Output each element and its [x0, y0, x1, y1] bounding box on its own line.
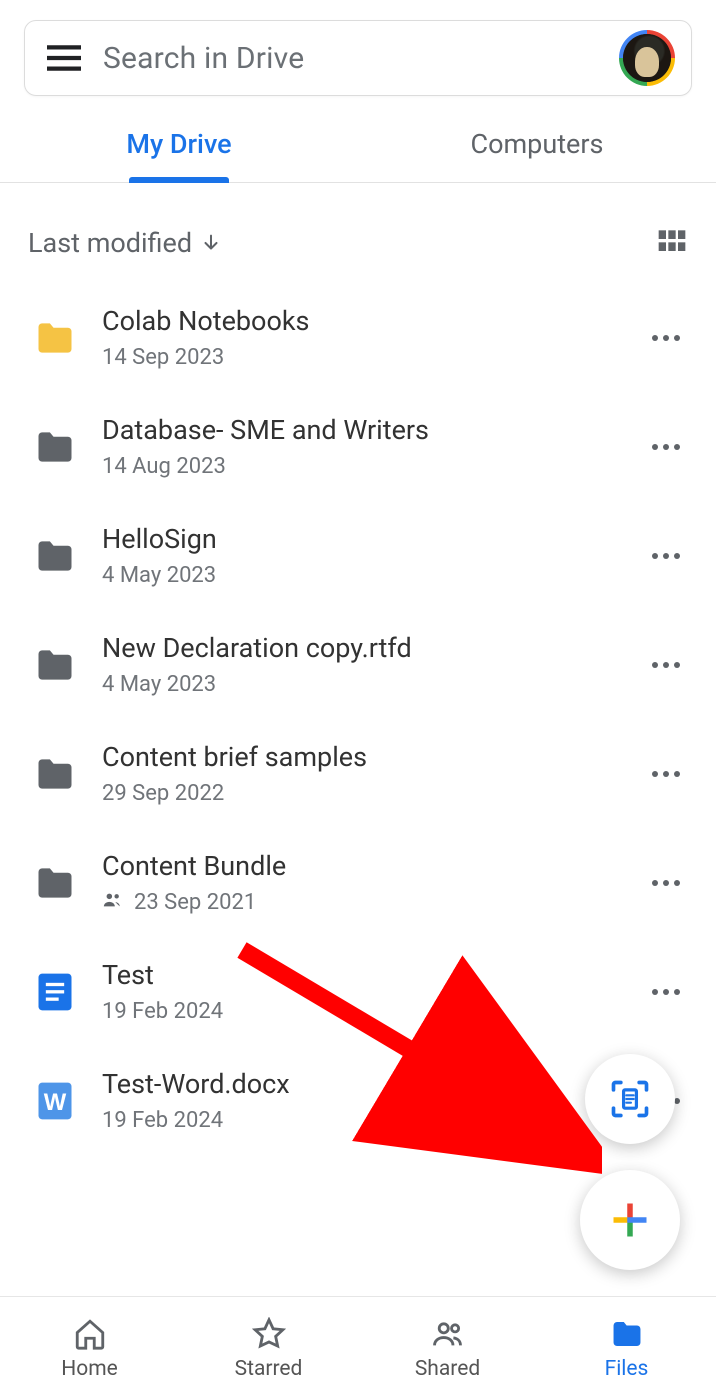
menu-icon[interactable]: [43, 37, 85, 79]
tab-computers[interactable]: Computers: [358, 110, 716, 182]
location-tabs: My Drive Computers: [0, 110, 716, 183]
more-button[interactable]: [644, 552, 688, 560]
people-icon: [431, 1317, 465, 1351]
file-type-icon: [30, 531, 80, 581]
account-avatar[interactable]: [619, 30, 675, 86]
more-icon: [651, 443, 681, 451]
file-meta: Colab Notebooks 14 Sep 2023: [102, 305, 622, 370]
more-button[interactable]: [644, 334, 688, 342]
svg-text:W: W: [44, 1089, 67, 1116]
file-type-icon: [30, 640, 80, 690]
file-type-icon: [30, 967, 80, 1017]
more-button[interactable]: [644, 443, 688, 451]
file-name: Colab Notebooks: [102, 305, 622, 337]
file-date: 4 May 2023: [102, 672, 622, 697]
file-row[interactable]: Colab Notebooks 14 Sep 2023: [0, 283, 716, 392]
search-placeholder: Search in Drive: [103, 41, 619, 76]
search-bar[interactable]: Search in Drive: [24, 20, 692, 96]
file-name: HelloSign: [102, 523, 622, 555]
bottom-nav: Home Starred Shared Files: [0, 1296, 716, 1400]
sort-row: Last modified: [0, 183, 716, 283]
file-meta: Content brief samples 29 Sep 2022: [102, 741, 622, 806]
scan-fab[interactable]: [585, 1054, 675, 1144]
nav-shared-label: Shared: [415, 1357, 480, 1381]
file-type-icon: [30, 313, 80, 363]
sort-button[interactable]: Last modified: [28, 227, 222, 259]
file-row[interactable]: Database- SME and Writers 14 Aug 2023: [0, 392, 716, 501]
file-name: Test: [102, 959, 622, 991]
file-name: Content brief samples: [102, 741, 622, 773]
file-date: 29 Sep 2022: [102, 781, 622, 806]
file-meta: Test 19 Feb 2024: [102, 959, 622, 1024]
more-button[interactable]: [644, 770, 688, 778]
plus-icon: [608, 1198, 652, 1242]
file-row[interactable]: Content Bundle 23 Sep 2021: [0, 828, 716, 937]
file-row[interactable]: Test 19 Feb 2024: [0, 937, 716, 1046]
nav-home[interactable]: Home: [0, 1297, 179, 1400]
more-icon: [651, 661, 681, 669]
file-date: 19 Feb 2024: [102, 1108, 622, 1133]
tab-my-drive[interactable]: My Drive: [0, 110, 358, 182]
file-meta: Test-Word.docx 19 Feb 2024: [102, 1068, 622, 1133]
file-type-icon: W: [30, 1076, 80, 1126]
more-button[interactable]: [644, 661, 688, 669]
file-name: Test-Word.docx: [102, 1068, 622, 1100]
file-date: 4 May 2023: [102, 563, 622, 588]
file-meta: Database- SME and Writers 14 Aug 2023: [102, 414, 622, 479]
file-meta: HelloSign 4 May 2023: [102, 523, 622, 588]
star-icon: [252, 1317, 286, 1351]
more-icon: [651, 988, 681, 996]
more-icon: [651, 770, 681, 778]
nav-files[interactable]: Files: [537, 1297, 716, 1400]
folder-icon: [610, 1317, 644, 1351]
more-button[interactable]: [644, 879, 688, 887]
file-date: 14 Sep 2023: [102, 345, 622, 370]
avatar-image: [623, 34, 671, 82]
more-icon: [651, 879, 681, 887]
file-meta: Content Bundle 23 Sep 2021: [102, 850, 622, 915]
file-row[interactable]: Content brief samples 29 Sep 2022: [0, 719, 716, 828]
file-date: 14 Aug 2023: [102, 454, 622, 479]
shared-icon: [102, 890, 124, 915]
file-date: 19 Feb 2024: [102, 999, 622, 1024]
file-type-icon: [30, 858, 80, 908]
more-icon: [651, 334, 681, 342]
scan-icon: [608, 1077, 652, 1121]
more-icon: [651, 552, 681, 560]
nav-home-label: Home: [61, 1357, 118, 1381]
view-grid-button[interactable]: [656, 225, 688, 261]
nav-files-label: Files: [605, 1357, 649, 1381]
file-date: 23 Sep 2021: [102, 890, 622, 915]
nav-shared[interactable]: Shared: [358, 1297, 537, 1400]
fab-stack: [580, 1054, 680, 1270]
sort-label-text: Last modified: [28, 227, 192, 259]
home-icon: [73, 1317, 107, 1351]
file-name: Database- SME and Writers: [102, 414, 622, 446]
arrow-down-icon: [200, 232, 222, 254]
file-type-icon: [30, 422, 80, 472]
nav-starred-label: Starred: [235, 1357, 303, 1381]
file-row[interactable]: New Declaration copy.rtfd 4 May 2023: [0, 610, 716, 719]
file-name: New Declaration copy.rtfd: [102, 632, 622, 664]
file-name: Content Bundle: [102, 850, 622, 882]
file-type-icon: [30, 749, 80, 799]
file-row[interactable]: HelloSign 4 May 2023: [0, 501, 716, 610]
more-button[interactable]: [644, 988, 688, 996]
file-meta: New Declaration copy.rtfd 4 May 2023: [102, 632, 622, 697]
new-fab[interactable]: [580, 1170, 680, 1270]
grid-icon: [656, 225, 688, 257]
nav-starred[interactable]: Starred: [179, 1297, 358, 1400]
